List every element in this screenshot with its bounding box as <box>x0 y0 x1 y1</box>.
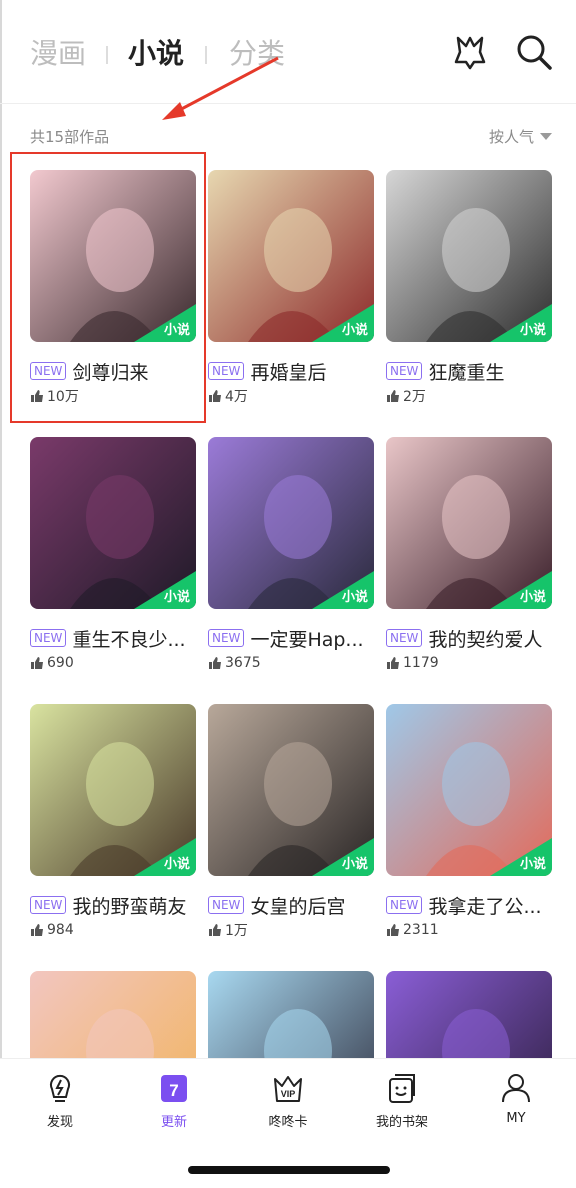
nav-my[interactable]: MY <box>466 1071 566 1126</box>
new-badge: NEW <box>208 362 245 380</box>
like-count: 2万 <box>403 389 426 405</box>
novel-title[interactable]: 我拿走了公... <box>428 892 541 919</box>
novel-title[interactable]: 我的野蛮萌友 <box>72 892 186 919</box>
like-count: 2311 <box>403 922 439 938</box>
novel-title[interactable]: 重生不良少... <box>72 625 185 652</box>
user-icon <box>499 1071 533 1105</box>
sort-label: 按人气 <box>488 128 534 146</box>
like-count: 984 <box>47 922 74 938</box>
top-tab-bar: 漫画 小说 分类 <box>0 0 576 104</box>
like-count: 4万 <box>225 389 248 405</box>
tab-divider <box>205 46 207 64</box>
cover-image[interactable]: 小说 <box>30 437 196 609</box>
tab-comics[interactable]: 漫画 <box>30 36 86 72</box>
nav-label: 我的书架 <box>375 1115 428 1130</box>
cover-image[interactable]: 小说 <box>386 437 552 609</box>
new-badge: NEW <box>30 896 67 914</box>
novel-card[interactable]: 小说 NEW 我的契约爱人 1179 <box>386 437 552 672</box>
badge-icon[interactable] <box>450 32 490 72</box>
novel-card[interactable]: 小说 NEW 我的野蛮萌友 984 <box>30 704 196 939</box>
nav-label: 更新 <box>160 1115 187 1130</box>
list-header: 共15部作品 按人气 <box>0 120 576 152</box>
thumbs-up-icon <box>209 924 221 936</box>
bookshelf-icon <box>385 1071 419 1105</box>
novel-tag: 小说 <box>134 571 196 609</box>
thumbs-up-icon <box>387 657 399 669</box>
novel-card[interactable]: 小说 NEW 重生不良少... 690 <box>30 437 196 672</box>
novel-title[interactable]: 再婚皇后 <box>250 358 326 385</box>
novel-card[interactable]: 小说 NEW 一定要Hap... 3675 <box>208 437 374 672</box>
nav-label: 咚咚卡 <box>268 1115 308 1130</box>
novel-card[interactable]: 小说 NEW 狂魔重生 2万 <box>386 170 552 405</box>
cover-image[interactable]: 小说 <box>208 437 374 609</box>
tab-divider <box>106 46 108 64</box>
new-badge: NEW <box>208 629 245 647</box>
caret-down-icon <box>540 133 552 140</box>
new-badge: NEW <box>208 896 245 914</box>
new-badge: NEW <box>386 629 423 647</box>
nav-updates[interactable]: 7 更新 <box>124 1071 224 1130</box>
novel-card[interactable]: 小说 NEW 女皇的后宫 1万 <box>208 704 374 939</box>
novel-card[interactable]: 小说 NEW 再婚皇后 4万 <box>208 170 374 405</box>
thumbs-up-icon <box>387 924 399 936</box>
screen-edge <box>0 0 2 1188</box>
novel-card[interactable]: 小说 NEW 我拿走了公... 2311 <box>386 704 552 939</box>
annotation-highlight-box <box>10 152 206 423</box>
search-icon[interactable] <box>514 32 554 72</box>
thumbs-up-icon <box>387 390 399 402</box>
novel-title[interactable]: 一定要Hap... <box>250 625 363 652</box>
works-count: 共15部作品 <box>30 128 110 146</box>
thumbs-up-icon <box>31 924 43 936</box>
novel-tag: 小说 <box>312 571 374 609</box>
novel-tag: 小说 <box>312 838 374 876</box>
lightning-icon <box>43 1071 77 1105</box>
calendar-day: 7 <box>169 1081 178 1100</box>
novel-title[interactable]: 狂魔重生 <box>428 358 504 385</box>
cover-image[interactable]: 小说 <box>208 170 374 342</box>
like-count: 1万 <box>225 923 248 939</box>
novel-tag: 小说 <box>134 838 196 876</box>
cover-image[interactable]: 小说 <box>208 704 374 876</box>
thumbs-up-icon <box>209 390 221 402</box>
nav-label: MY <box>506 1111 526 1126</box>
cover-image[interactable]: 小说 <box>386 170 552 342</box>
like-count: 3675 <box>225 655 261 671</box>
home-indicator <box>188 1166 390 1174</box>
thumbs-up-icon <box>209 657 221 669</box>
like-count: 1179 <box>403 655 439 671</box>
tab-categories[interactable]: 分类 <box>229 36 285 72</box>
new-badge: NEW <box>386 896 423 914</box>
nav-bookshelf[interactable]: 我的书架 <box>352 1071 452 1130</box>
nav-vip-card[interactable]: VIP 咚咚卡 <box>238 1071 338 1130</box>
novel-title[interactable]: 我的契约爱人 <box>428 625 542 652</box>
nav-discover[interactable]: 发现 <box>10 1071 110 1130</box>
tab-novels[interactable]: 小说 <box>128 36 184 72</box>
novel-tag: 小说 <box>490 571 552 609</box>
novel-tag: 小说 <box>312 304 374 342</box>
like-count: 690 <box>47 655 74 671</box>
svg-text:VIP: VIP <box>281 1089 296 1099</box>
thumbs-up-icon <box>31 657 43 669</box>
cover-image[interactable]: 小说 <box>386 704 552 876</box>
cover-image[interactable]: 小说 <box>30 704 196 876</box>
novel-tag: 小说 <box>490 838 552 876</box>
new-badge: NEW <box>386 362 423 380</box>
sort-dropdown[interactable]: 按人气 <box>489 126 552 147</box>
new-badge: NEW <box>30 629 67 647</box>
novel-title[interactable]: 女皇的后宫 <box>250 892 345 919</box>
novel-tag: 小说 <box>490 304 552 342</box>
nav-label: 发现 <box>46 1115 73 1130</box>
calendar-icon: 7 <box>157 1071 191 1105</box>
vip-crown-icon: VIP <box>271 1071 305 1105</box>
